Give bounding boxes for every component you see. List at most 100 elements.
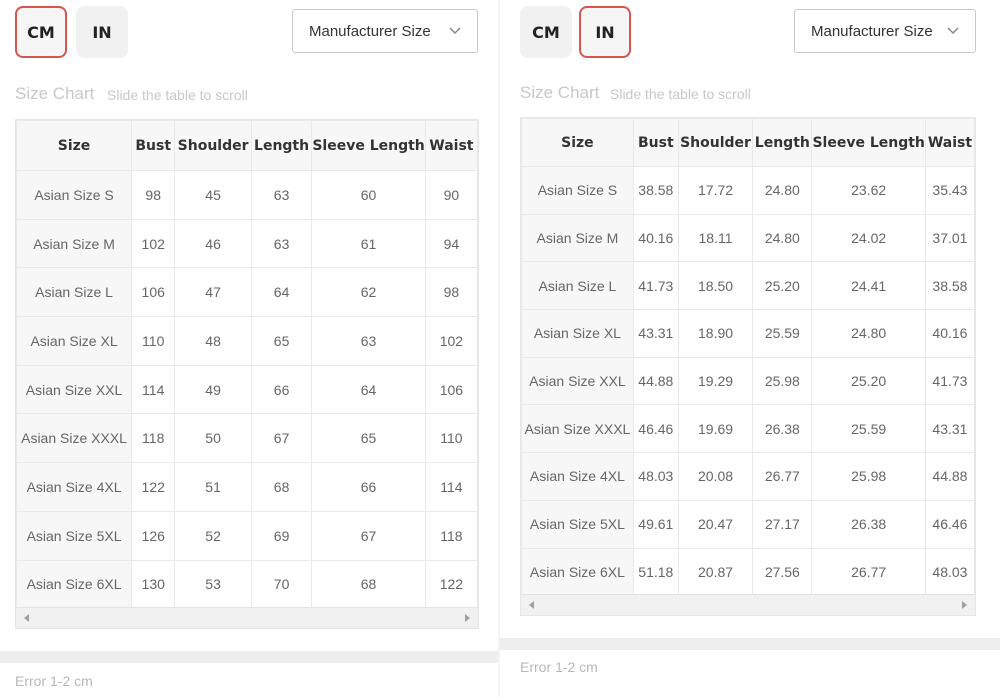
measurement-cell: 18.50 (677, 261, 754, 311)
measurement-cell: 20.87 (677, 547, 754, 597)
size-name-cell: Asian Size 4XL (16, 462, 133, 512)
size-name-cell: Asian Size XL (521, 309, 634, 358)
chevron-down-icon (449, 27, 461, 35)
measurement-cell: 65 (250, 316, 313, 366)
measurement-cell: 118 (131, 413, 176, 464)
measurement-cell: 122 (424, 559, 478, 610)
measurement-cell: 45 (174, 170, 252, 220)
size-table-container[interactable]: Size Bust Shoulder Length Sleeve Length … (520, 117, 976, 616)
measurement-cell: 25.98 (811, 452, 926, 501)
size-table-container[interactable]: Size Bust Shoulder Length Sleeve Length … (15, 119, 479, 629)
size-name-cell: Asian Size M (521, 213, 634, 263)
measurement-cell: 102 (131, 218, 176, 269)
table-row: Asian Size 6XL 51.18 20.87 27.56 26.77 48.03 (521, 547, 975, 597)
measurement-cell: 25.20 (811, 356, 926, 406)
table-row: Asian Size 5XL 49.61 20.47 27.17 26.38 46.46 (521, 499, 975, 549)
scroll-right-arrow-icon[interactable] (465, 614, 470, 622)
table-row: Asian Size XXL 44.88 19.29 25.98 25.20 41.73 (521, 356, 975, 406)
unit-cm-button[interactable]: CM (520, 6, 572, 58)
size-name-cell: Asian Size L (521, 261, 634, 311)
column-header-size: Size (16, 120, 133, 171)
measurement-cell: 98 (131, 170, 176, 220)
measurement-cell: 60 (311, 170, 426, 220)
column-header-bust: Bust (131, 120, 176, 171)
measurement-cell: 37.01 (924, 213, 975, 263)
measurement-cell: 26.77 (752, 452, 813, 501)
manufacturer-size-select[interactable]: Manufacturer Size (292, 9, 478, 53)
measurement-cell: 106 (424, 364, 478, 415)
measurement-cell: 20.08 (677, 452, 754, 501)
measurement-cell: 27.17 (752, 499, 813, 549)
size-name-cell: Asian Size XXL (16, 364, 133, 415)
table-row: Asian Size 5XL 126 52 69 67 118 (16, 510, 478, 561)
size-name-cell: Asian Size XXL (521, 356, 634, 406)
measurement-cell: 66 (311, 462, 426, 512)
manufacturer-size-label: Manufacturer Size (309, 22, 431, 40)
measurement-cell: 68 (250, 462, 313, 512)
measurement-cell: 43.31 (632, 309, 679, 358)
measurement-cell: 106 (131, 267, 176, 318)
measurement-cell: 64 (311, 364, 426, 415)
measurement-cell: 114 (424, 462, 478, 512)
size-name-cell: Asian Size XXXL (521, 404, 634, 454)
size-name-cell: Asian Size M (16, 218, 133, 269)
manufacturer-size-select[interactable]: Manufacturer Size (794, 9, 976, 53)
measurement-cell: 25.59 (752, 309, 813, 358)
scroll-right-arrow-icon[interactable] (962, 601, 967, 609)
measurement-cell: 47 (174, 267, 252, 318)
measurement-cell: 46.46 (924, 499, 975, 549)
size-table: Size Bust Shoulder Length Sleeve Length … (521, 118, 975, 597)
table-row: Asian Size 6XL 130 53 70 68 122 (16, 559, 478, 610)
measurement-cell: 38.58 (924, 261, 975, 311)
unit-cm-button[interactable]: CM (15, 6, 67, 58)
scroll-hint: Slide the table to scroll (107, 87, 248, 103)
measurement-cell: 63 (250, 170, 313, 220)
table-row: Asian Size 4XL 48.03 20.08 26.77 25.98 44.88 (521, 452, 975, 501)
measurement-cell: 18.90 (677, 309, 754, 358)
section-divider (0, 651, 498, 663)
measurement-cell: 17.72 (677, 166, 754, 215)
size-name-cell: Asian Size 6XL (16, 559, 133, 610)
unit-in-button[interactable]: IN (579, 6, 631, 58)
measurement-cell: 25.98 (752, 356, 813, 406)
measurement-cell: 19.69 (677, 404, 754, 454)
column-header-length: Length (250, 120, 313, 171)
measurement-cell: 48.03 (632, 452, 679, 501)
measurement-cell: 38.58 (632, 166, 679, 215)
measurement-cell: 63 (311, 316, 426, 366)
measurement-cell: 24.80 (811, 309, 926, 358)
measurement-cell: 69 (250, 510, 313, 561)
table-row: Asian Size XXXL 118 50 67 65 110 (16, 413, 478, 464)
measurement-cell: 35.43 (924, 166, 975, 215)
table-row: Asian Size XL 43.31 18.90 25.59 24.80 40.16 (521, 309, 975, 358)
unit-in-button[interactable]: IN (76, 6, 128, 58)
scroll-left-arrow-icon[interactable] (529, 601, 534, 609)
measurement-cell: 110 (131, 316, 176, 366)
measurement-cell: 66 (250, 364, 313, 415)
section-divider (500, 638, 1000, 650)
measurement-cell: 19.29 (677, 356, 754, 406)
column-header-waist: Waist (424, 120, 478, 171)
horizontal-scrollbar[interactable] (16, 607, 478, 628)
table-row: Asian Size XL 110 48 65 63 102 (16, 316, 478, 366)
table-row: Asian Size S 98 45 63 60 90 (16, 170, 478, 220)
scroll-hint: Slide the table to scroll (610, 86, 751, 102)
measurement-cell: 48 (174, 316, 252, 366)
column-header-sleeve-length: Sleeve Length (311, 120, 426, 171)
measurement-cell: 41.73 (632, 261, 679, 311)
scroll-left-arrow-icon[interactable] (24, 614, 29, 622)
measurement-cell: 24.80 (752, 166, 813, 215)
measurement-cell: 51 (174, 462, 252, 512)
measurement-cell: 118 (424, 510, 478, 561)
horizontal-scrollbar[interactable] (521, 594, 975, 615)
size-name-cell: Asian Size 6XL (521, 547, 634, 597)
measurement-cell: 62 (311, 267, 426, 318)
measurement-cell: 27.56 (752, 547, 813, 597)
measurement-cell: 90 (424, 170, 478, 220)
table-row: Asian Size L 41.73 18.50 25.20 24.41 38.58 (521, 261, 975, 311)
measurement-cell: 126 (131, 510, 176, 561)
measurement-cell: 63 (250, 218, 313, 269)
table-row: Asian Size S 38.58 17.72 24.80 23.62 35.43 (521, 166, 975, 215)
size-chart-panel-in: CM IN Manufacturer Size Size Chart Slide… (500, 0, 1000, 697)
manufacturer-size-label: Manufacturer Size (811, 22, 933, 40)
